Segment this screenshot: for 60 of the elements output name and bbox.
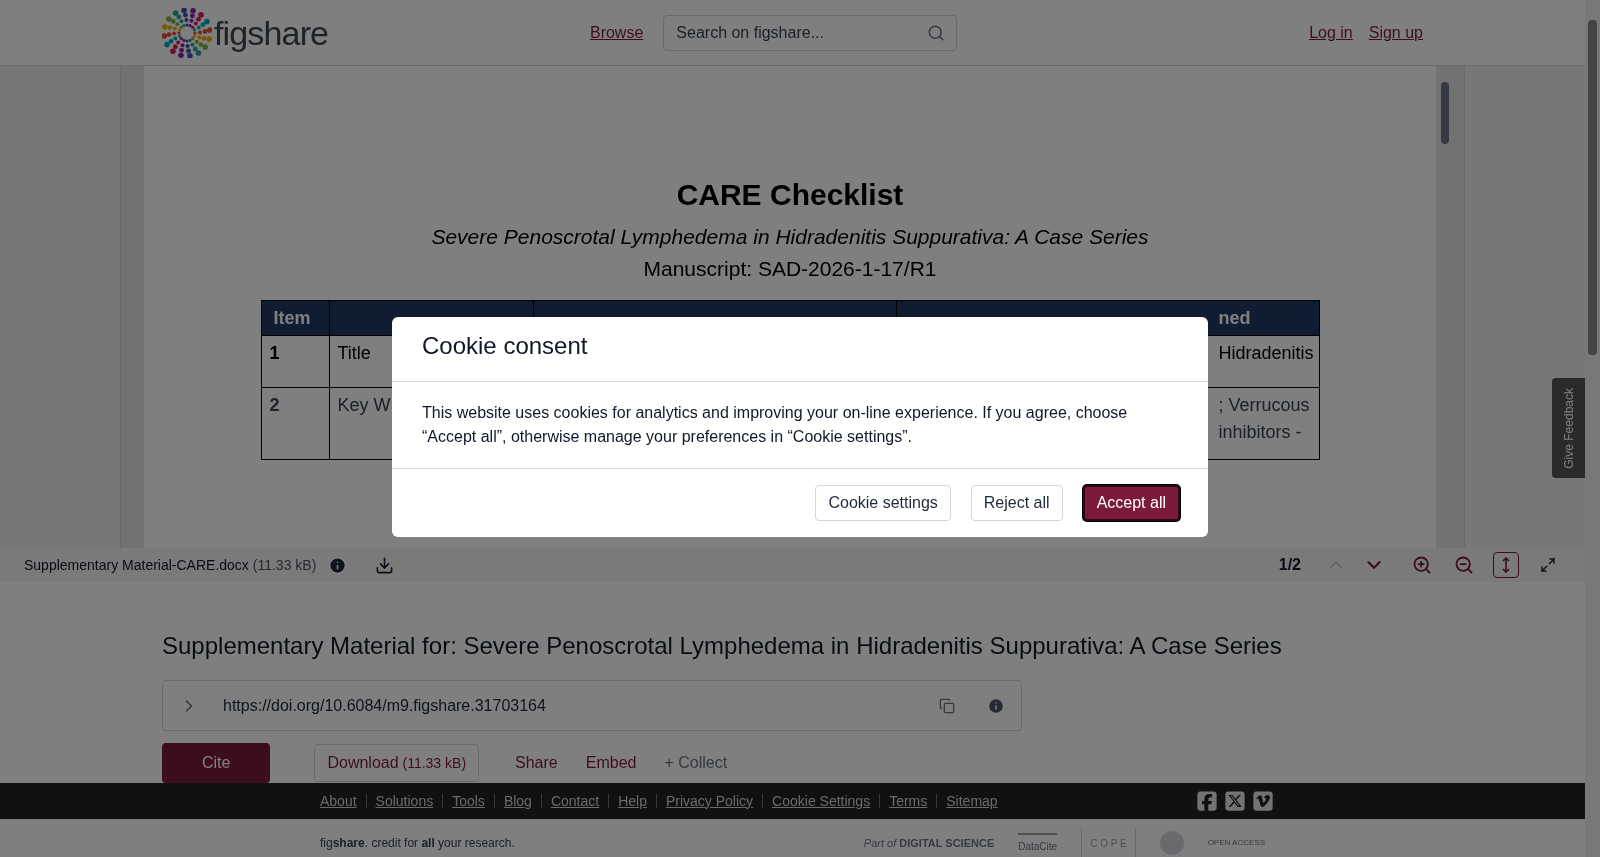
dialog-button[interactable]: Accept all xyxy=(1082,485,1180,521)
fit-height-button[interactable] xyxy=(1493,552,1519,578)
download-button[interactable]: Download (11.33 kB) xyxy=(314,744,480,782)
action-link[interactable]: Embed xyxy=(577,743,645,783)
fit-height-icon[interactable] xyxy=(1499,557,1513,573)
table-header: Item xyxy=(261,301,330,335)
logo-wordmark[interactable]: figshare xyxy=(214,15,329,50)
footer-link[interactable]: Terms xyxy=(889,790,928,812)
footer-link[interactable]: Privacy Policy xyxy=(665,790,754,812)
table-cell-text: ; Verrucous xyxy=(1218,394,1310,417)
table-cell-text: Hidradenitis xyxy=(1218,342,1314,365)
document-title: CARE Checklist xyxy=(676,177,904,213)
auth-link[interactable]: Log in xyxy=(1309,20,1353,45)
digital-science-logo[interactable]: Part of DIGITAL SCIENCE xyxy=(863,834,995,852)
doi-link[interactable]: https://doi.org/10.6084/m9.figshare.31703164 xyxy=(223,693,939,718)
document-subtitle: Severe Penoscrotal Lymphedema in Hidradenitis Suppurativa: A Case Series xyxy=(431,224,1149,250)
table-cell: 1 xyxy=(261,336,330,387)
action-link[interactable]: + Collect xyxy=(656,743,736,783)
download-icon[interactable] xyxy=(375,555,395,575)
vimeo-icon[interactable] xyxy=(1252,790,1274,812)
tagline: figshare. credit for all your research. xyxy=(320,835,515,852)
open-access-logo[interactable]: OPEN ACCESS xyxy=(1207,837,1265,849)
copy-icon[interactable] xyxy=(939,697,955,714)
item-title: Supplementary Material for: Severe Penoscrotal Lymphedema in Hidradenitis Suppurativa: A Case Series xyxy=(162,631,1283,661)
action-link[interactable]: Share xyxy=(507,743,566,783)
x-icon[interactable] xyxy=(1224,790,1246,812)
scrollbar-thumb[interactable] xyxy=(1441,82,1449,144)
search-icon[interactable] xyxy=(927,23,946,42)
dialog-title: Cookie consent xyxy=(392,317,1208,382)
footer-link[interactable]: Cookie Settings xyxy=(772,790,871,812)
facebook-icon[interactable] xyxy=(1196,790,1218,812)
file-name: Supplementary Material-CARE.docx (11.33 kB) xyxy=(24,555,317,575)
footer-link[interactable]: Blog xyxy=(503,790,532,812)
info-icon[interactable] xyxy=(328,555,348,575)
auth-link[interactable]: Sign up xyxy=(1368,20,1423,45)
nav-link[interactable]: Browse xyxy=(589,20,644,45)
dialog-body: This website uses cookies for analytics and improving your on-line experience. If you agree, choose “Accept all”, otherwise manage your preferences in “Cookie settings”. xyxy=(392,382,1208,469)
dialog-button[interactable]: Reject all xyxy=(970,485,1063,521)
footer-link[interactable]: Help xyxy=(618,790,647,812)
datacite-logo[interactable]: DataCite xyxy=(1018,832,1058,854)
scrollbar-thumb[interactable] xyxy=(1588,20,1597,355)
feedback-tab[interactable]: Give Feedback xyxy=(1552,378,1585,478)
table-cell: 2 xyxy=(261,388,330,459)
table-cell: Key W xyxy=(337,395,391,415)
fullscreen-icon[interactable] xyxy=(1540,557,1556,573)
dialog-button[interactable]: Cookie settings xyxy=(815,485,951,521)
search-field[interactable]: Search on figshare... xyxy=(663,14,958,51)
table-header: ned xyxy=(1218,307,1251,330)
table-cell: Title xyxy=(337,343,371,363)
page-indicator: 1/2 xyxy=(1278,555,1301,575)
info-icon[interactable] xyxy=(987,696,1005,715)
footer-link[interactable]: Solutions xyxy=(375,790,434,812)
logo-icon xyxy=(162,7,212,58)
footer-link[interactable]: About xyxy=(320,790,357,812)
footer-link[interactable]: Tools xyxy=(452,790,485,812)
footer-link[interactable]: Sitemap xyxy=(946,790,998,812)
table-cell-text: inhibitors - xyxy=(1218,421,1302,444)
footer-link[interactable]: Contact xyxy=(550,790,600,812)
manuscript-number: Manuscript: SAD-2026-1-17/R1 xyxy=(643,255,937,282)
cite-button[interactable]: Cite xyxy=(162,743,271,783)
